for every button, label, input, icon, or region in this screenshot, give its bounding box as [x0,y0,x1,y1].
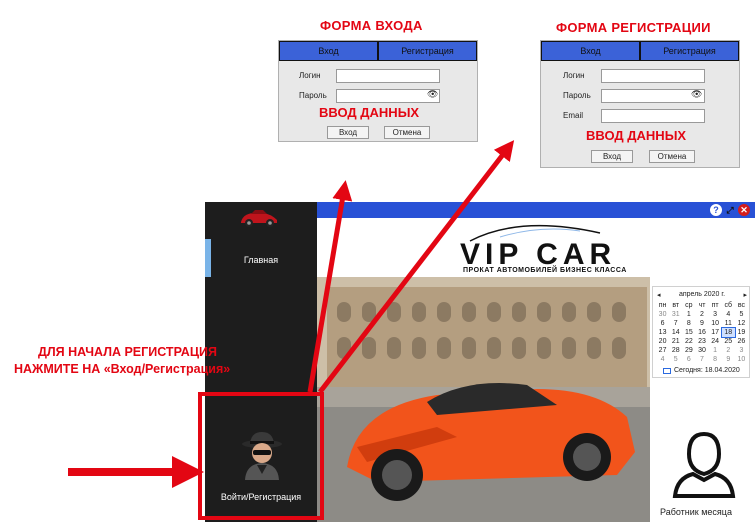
arrow-to-register-form [318,140,515,394]
annotation-arrows [68,140,515,488]
arrow-to-login-form [307,180,353,393]
